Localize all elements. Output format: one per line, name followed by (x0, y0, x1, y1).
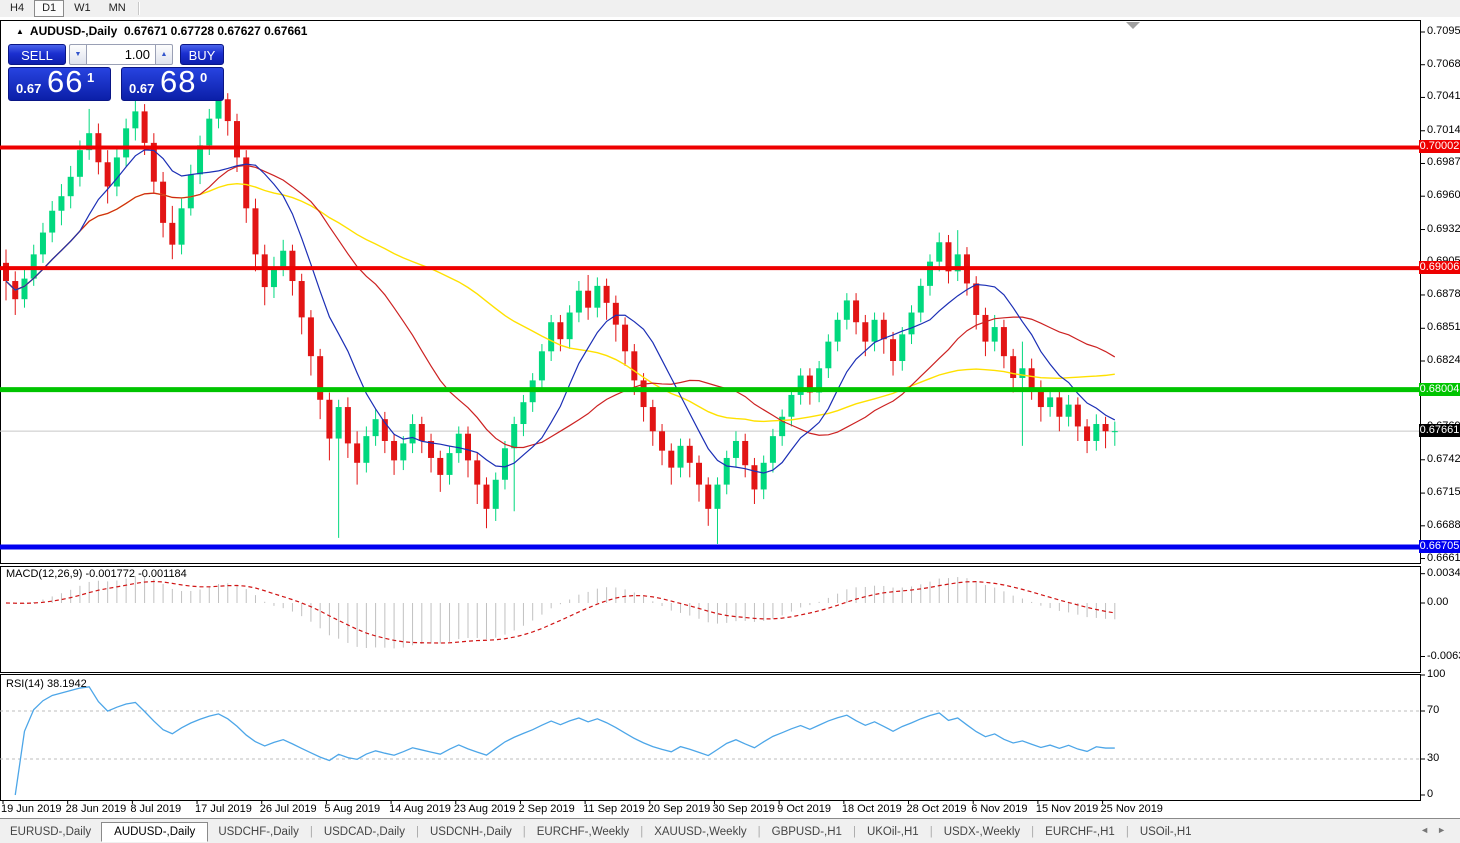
price-axis-label: 0.70415 (1427, 90, 1460, 102)
chart-area: ▲ AUDUSD-,Daily 0.67671 0.67728 0.67627 0… (0, 17, 1460, 818)
timeframe-button-d1[interactable]: D1 (34, 0, 64, 17)
timeframe-toolbar: H4 D1 W1 MN (0, 0, 1460, 18)
price-axis-label: 0.69600 (1427, 189, 1460, 201)
price-axis-label: 0.70140 (1427, 124, 1460, 136)
macd-axis-label: 0.00349 (1427, 567, 1460, 579)
date-axis-label: 19 Jun 2019 (1, 803, 62, 815)
macd-axis-label: -0.00637 (1427, 650, 1460, 662)
price-axis-label: 0.66880 (1427, 519, 1460, 531)
level-price-tag: 0.68004 (1419, 383, 1460, 396)
volume-decrease-icon[interactable]: ▼ (69, 44, 87, 65)
rsi-axis-label: 70 (1427, 704, 1439, 716)
rsi-axis-label: 30 (1427, 752, 1439, 764)
price-axis-label: 0.70685 (1427, 58, 1460, 70)
chart-tab-ukoil-h1[interactable]: UKOil-,H1 (857, 823, 929, 841)
chart-tab-usdchf-daily[interactable]: USDCHF-,Daily (208, 823, 309, 841)
date-axis-label: 25 Nov 2019 (1101, 803, 1163, 815)
macd-indicator-label: MACD(12,26,9) -0.001772 -0.001184 (6, 568, 187, 580)
date-axis-label: 15 Nov 2019 (1036, 803, 1098, 815)
chart-ohlc-values: 0.67671 0.67728 0.67627 0.67661 (124, 24, 308, 38)
volume-input[interactable]: 1.00 (87, 44, 155, 65)
date-axis-label: 26 Jul 2019 (260, 803, 317, 815)
chart-expand-icon[interactable]: ▲ (16, 27, 24, 36)
price-axis-label: 0.66610 (1427, 552, 1460, 564)
date-axis-label: 14 Aug 2019 (389, 803, 451, 815)
sell-price-panel[interactable]: 0.67 66 1 (8, 67, 111, 101)
tab-scroll-left-icon[interactable]: ◄ (1420, 825, 1437, 835)
date-axis-label: 30 Sep 2019 (712, 803, 774, 815)
rsi-axis-label: 100 (1427, 668, 1445, 680)
date-axis-label: 9 Oct 2019 (777, 803, 831, 815)
sell-button[interactable]: SELL (8, 44, 66, 65)
sell-price-prefix: 0.67 (16, 81, 41, 96)
chart-tab-bar: EURUSD-,DailyAUDUSD-,DailyUSDCHF-,Daily|… (0, 818, 1460, 843)
date-axis-label: 28 Jun 2019 (66, 803, 127, 815)
price-axis-label: 0.69325 (1427, 223, 1460, 235)
date-axis-label: 17 Jul 2019 (195, 803, 252, 815)
chart-tab-eurchf-weekly[interactable]: EURCHF-,Weekly (527, 823, 639, 841)
price-axis-label: 0.68510 (1427, 321, 1460, 333)
price-axis-label: 0.70955 (1427, 25, 1460, 37)
chart-tab-xauusd-weekly[interactable]: XAUUSD-,Weekly (644, 823, 756, 841)
rsi-axis-label: 0 (1427, 788, 1433, 800)
chart-tab-usdx-weekly[interactable]: USDX-,Weekly (934, 823, 1030, 841)
level-price-tag: 0.70002 (1419, 140, 1460, 153)
timeframe-button-h4[interactable]: H4 (2, 0, 32, 17)
buy-price-sup: 0 (200, 70, 207, 85)
sell-price-sup: 1 (87, 70, 94, 85)
chart-tab-usoil-h1[interactable]: USOil-,H1 (1130, 823, 1202, 841)
rsi-indicator-label: RSI(14) 38.1942 (6, 678, 87, 690)
date-axis-label: 28 Oct 2019 (907, 803, 967, 815)
price-axis-label: 0.67150 (1427, 486, 1460, 498)
chart-tab-gbpusd-h1[interactable]: GBPUSD-,H1 (762, 823, 852, 841)
date-axis-label: 5 Aug 2019 (324, 803, 380, 815)
buy-price-big: 68 (160, 64, 196, 100)
chart-symbol-label: AUDUSD-,Daily (30, 24, 117, 38)
price-axis-label: 0.67425 (1427, 453, 1460, 465)
chart-title: ▲ AUDUSD-,Daily 0.67671 0.67728 0.67627 0… (16, 24, 307, 38)
chart-tab-eurchf-h1[interactable]: EURCHF-,H1 (1035, 823, 1125, 841)
date-axis-label: 23 Aug 2019 (454, 803, 516, 815)
date-axis-label: 18 Oct 2019 (842, 803, 902, 815)
volume-increase-icon[interactable]: ▲ (155, 44, 173, 65)
price-axis-label: 0.68785 (1427, 288, 1460, 300)
timeframe-button-w1[interactable]: W1 (66, 0, 99, 17)
macd-axis-label: 0.00 (1427, 596, 1448, 608)
level-price-tag: 0.66705 (1419, 540, 1460, 553)
chart-tab-usdcnh-daily[interactable]: USDCNH-,Daily (420, 823, 522, 841)
date-axis-label: 20 Sep 2019 (648, 803, 710, 815)
price-axis-label: 0.68240 (1427, 354, 1460, 366)
buy-price-prefix: 0.67 (129, 81, 154, 96)
tab-scroll-right-icon[interactable]: ► (1437, 825, 1454, 835)
price-axis-label: 0.69870 (1427, 156, 1460, 168)
buy-button[interactable]: BUY (180, 44, 224, 65)
buy-price-panel[interactable]: 0.67 68 0 (121, 67, 224, 101)
timeframe-button-mn[interactable]: MN (101, 0, 134, 17)
chart-tab-audusd-daily[interactable]: AUDUSD-,Daily (101, 822, 208, 842)
date-axis-label: 2 Sep 2019 (518, 803, 574, 815)
one-click-trading-widget: SELL ▼ 1.00 ▲ BUY 0.67 66 1 0.67 68 0 (8, 44, 224, 101)
toolbar-separator (138, 2, 140, 15)
date-axis-label: 11 Sep 2019 (583, 803, 645, 815)
date-axis-label: 6 Nov 2019 (971, 803, 1027, 815)
tab-scroll-arrows[interactable]: ◄► (1420, 825, 1454, 835)
chart-tab-eurusd-daily[interactable]: EURUSD-,Daily (0, 823, 101, 841)
current-price-tag: 0.67661 (1419, 424, 1460, 437)
chart-tab-usdcad-daily[interactable]: USDCAD-,Daily (314, 823, 415, 841)
level-price-tag: 0.69006 (1419, 261, 1460, 274)
mt4-window: H4 D1 W1 MN ▲ AUDUSD-,Daily 0.67671 0.677… (0, 0, 1460, 843)
chart-canvas[interactable] (0, 17, 1460, 818)
date-axis-label: 8 Jul 2019 (130, 803, 181, 815)
sell-price-big: 66 (47, 64, 83, 100)
